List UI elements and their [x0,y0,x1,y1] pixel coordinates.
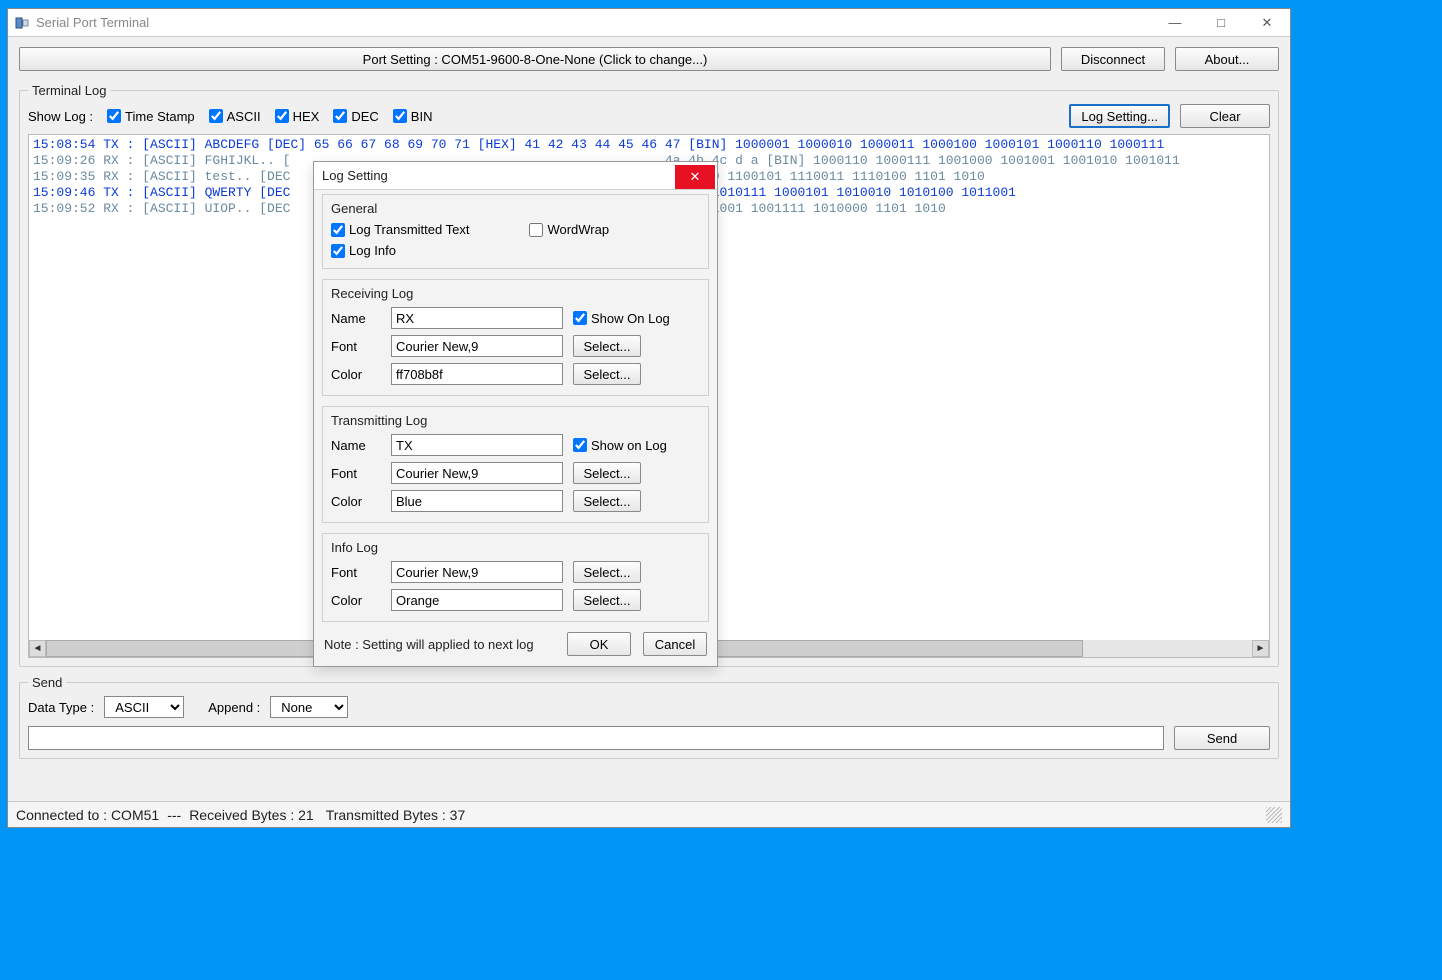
log-setting-dialog: Log Setting ✕ General Log Transmitted Te… [313,161,718,667]
send-controls-row: Data Type : ASCII Append : None [28,696,1270,718]
send-input-row: Send [28,726,1270,750]
receiving-log-group: Receiving Log Name Show On Log Font Sele… [322,279,709,396]
top-button-row: Port Setting : COM51-9600-8-One-None (Cl… [19,47,1279,71]
status-received: Received Bytes : 21 [189,807,314,823]
app-icon [14,15,30,31]
ascii-checkbox[interactable]: ASCII [209,109,261,124]
timestamp-checkbox[interactable]: Time Stamp [107,109,195,124]
rx-name-input[interactable] [391,307,563,329]
info-color-label: Color [331,593,381,608]
dec-checkbox[interactable]: DEC [333,109,378,124]
minimize-button[interactable]: — [1152,9,1198,37]
tx-font-input[interactable] [391,462,563,484]
terminal-log-legend: Terminal Log [28,83,110,98]
port-setting-button[interactable]: Port Setting : COM51-9600-8-One-None (Cl… [19,47,1051,71]
info-log-legend: Info Log [331,540,700,555]
append-select[interactable]: None [270,696,348,718]
cancel-button[interactable]: Cancel [643,632,707,656]
info-color-select-button[interactable]: Select... [573,589,641,611]
rx-name-label: Name [331,311,381,326]
log-setting-button[interactable]: Log Setting... [1069,104,1170,128]
send-group: Send Data Type : ASCII Append : None Sen… [19,675,1279,759]
transmitting-log-legend: Transmitting Log [331,413,700,428]
about-button[interactable]: About... [1175,47,1279,71]
tx-color-label: Color [331,494,381,509]
close-button[interactable]: ✕ [1244,9,1290,37]
tx-show-on-log-checkbox[interactable]: Show on Log [573,438,667,453]
info-font-input[interactable] [391,561,563,583]
dialog-close-button[interactable]: ✕ [675,165,715,189]
resize-grip-icon[interactable] [1266,807,1282,823]
wordwrap-checkbox[interactable]: WordWrap [529,222,609,237]
info-color-input[interactable] [391,589,563,611]
rx-font-select-button[interactable]: Select... [573,335,641,357]
bin-checkbox[interactable]: BIN [393,109,433,124]
dialog-note: Note : Setting will applied to next log [324,637,534,652]
scroll-right-arrow[interactable]: ► [1252,640,1269,657]
general-legend: General [331,201,700,216]
log-line: 15:08:54 TX : [ASCII] ABCDEFG [DEC] 65 6… [33,137,1265,153]
log-options-row: Show Log : Time Stamp ASCII HEX DEC BIN … [28,104,1270,128]
send-legend: Send [28,675,66,690]
clear-button[interactable]: Clear [1180,104,1270,128]
disconnect-button[interactable]: Disconnect [1061,47,1165,71]
rx-show-on-log-checkbox[interactable]: Show On Log [573,311,670,326]
rx-color-select-button[interactable]: Select... [573,363,641,385]
rx-font-input[interactable] [391,335,563,357]
dialog-titlebar: Log Setting ✕ [314,162,717,190]
window-buttons: — □ ✕ [1152,9,1290,37]
maximize-button[interactable]: □ [1198,9,1244,37]
rx-color-input[interactable] [391,363,563,385]
tx-name-label: Name [331,438,381,453]
scroll-left-arrow[interactable]: ◄ [29,640,46,657]
datatype-label: Data Type : [28,700,94,715]
show-log-label: Show Log : [28,109,93,124]
rx-font-label: Font [331,339,381,354]
info-log-group: Info Log Font Select... Color Select... [322,533,709,622]
dialog-body: General Log Transmitted Text WordWrap Lo… [314,190,717,666]
statusbar: Connected to : COM51 --- Received Bytes … [8,801,1290,827]
general-group: General Log Transmitted Text WordWrap Lo… [322,194,709,269]
titlebar: Serial Port Terminal — □ ✕ [8,9,1290,37]
status-transmitted: Transmitted Bytes : 37 [326,807,466,823]
tx-name-input[interactable] [391,434,563,456]
info-font-select-button[interactable]: Select... [573,561,641,583]
log-info-checkbox[interactable]: Log Info [331,243,700,258]
append-label: Append : [208,700,260,715]
transmitting-log-group: Transmitting Log Name Show on Log Font S… [322,406,709,523]
window-title: Serial Port Terminal [36,15,149,30]
send-input[interactable] [28,726,1164,750]
status-sep: --- [167,807,181,823]
tx-font-select-button[interactable]: Select... [573,462,641,484]
dialog-title: Log Setting [322,168,388,183]
dialog-footer: Note : Setting will applied to next log … [322,632,709,658]
receiving-log-legend: Receiving Log [331,286,700,301]
hex-checkbox[interactable]: HEX [275,109,320,124]
log-tx-checkbox[interactable]: Log Transmitted Text [331,222,469,237]
datatype-select[interactable]: ASCII [104,696,184,718]
ok-button[interactable]: OK [567,632,631,656]
tx-font-label: Font [331,466,381,481]
tx-color-select-button[interactable]: Select... [573,490,641,512]
info-font-label: Font [331,565,381,580]
status-connected: Connected to : COM51 [16,807,159,823]
rx-color-label: Color [331,367,381,382]
send-button[interactable]: Send [1174,726,1270,750]
tx-color-input[interactable] [391,490,563,512]
